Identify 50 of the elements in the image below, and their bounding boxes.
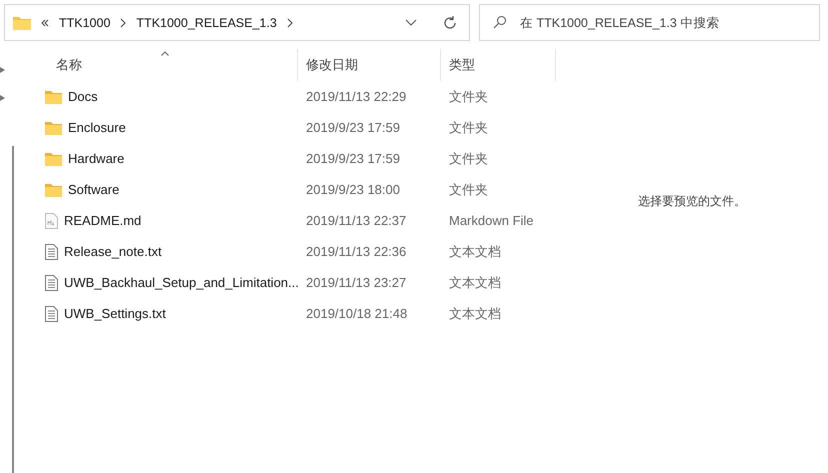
modified-date: 2019/11/13 23:27 (306, 275, 406, 290)
folder-icon (45, 182, 62, 196)
text-file-icon (45, 306, 58, 322)
file-name[interactable]: Release_note.txt (64, 244, 162, 259)
overflow-chevron-icon[interactable] (40, 18, 50, 28)
modified-date: 2019/9/23 17:59 (306, 151, 400, 166)
markdown-file-icon (45, 212, 58, 228)
sort-up-icon (161, 51, 170, 56)
file-name[interactable]: UWB_Settings.txt (64, 306, 166, 321)
modified-date: 2019/11/13 22:29 (306, 89, 406, 104)
refresh-icon[interactable] (443, 16, 457, 30)
file-name[interactable]: Hardware (68, 151, 124, 166)
file-name[interactable]: Software (68, 182, 120, 197)
file-name[interactable]: UWB_Backhaul_Setup_and_Limitation... (64, 275, 299, 290)
column-header[interactable]: 修改日期 (306, 56, 358, 74)
search-field[interactable]: 在 TTK1000_RELEASE_1.3 中搜索 (479, 4, 820, 41)
modified-date: 2019/11/13 22:36 (306, 244, 406, 259)
search-icon (493, 15, 507, 29)
expand-arrow-icon[interactable] (0, 95, 5, 101)
folder-icon (45, 90, 62, 104)
chevron-right-icon[interactable] (286, 18, 294, 28)
breadcrumb-item[interactable]: TTK1000_RELEASE_1.3 (136, 16, 277, 30)
file-type: 文件夹 (449, 150, 488, 168)
modified-date: 2019/9/23 18:00 (306, 182, 400, 197)
file-type: 文件夹 (449, 118, 488, 136)
file-type: 文本文档 (449, 274, 501, 292)
chevron-right-icon[interactable] (119, 18, 128, 28)
modified-date: 2019/11/13 22:37 (306, 213, 406, 228)
modified-date: 2019/10/18 21:48 (306, 306, 408, 321)
file-type: 文件夹 (449, 88, 488, 106)
file-type: 文件夹 (449, 180, 488, 198)
expand-arrow-icon[interactable] (0, 67, 5, 73)
modified-date: 2019/9/23 17:59 (306, 120, 400, 135)
text-file-icon (45, 244, 58, 260)
file-type: Markdown File (449, 213, 534, 228)
file-name[interactable]: README.md (64, 213, 142, 228)
folder-icon (45, 120, 62, 134)
preview-message: 选择要预览的文件。 (638, 192, 746, 210)
column-header[interactable]: 名称 (56, 56, 82, 74)
address-bar[interactable]: TTK1000 TTK1000_RELEASE_1.3 (4, 4, 470, 41)
file-name[interactable]: Docs (68, 89, 98, 104)
column-header[interactable]: 类型 (449, 56, 475, 74)
folder-icon (45, 152, 62, 166)
file-type: 文本文档 (449, 304, 501, 322)
folder-icon (13, 16, 31, 30)
file-name[interactable]: Enclosure (68, 120, 126, 135)
text-file-icon (45, 274, 58, 290)
breadcrumb-item[interactable]: TTK1000 (59, 16, 110, 30)
dropdown-chevron-icon[interactable] (405, 18, 417, 26)
file-type: 文本文档 (449, 242, 501, 260)
